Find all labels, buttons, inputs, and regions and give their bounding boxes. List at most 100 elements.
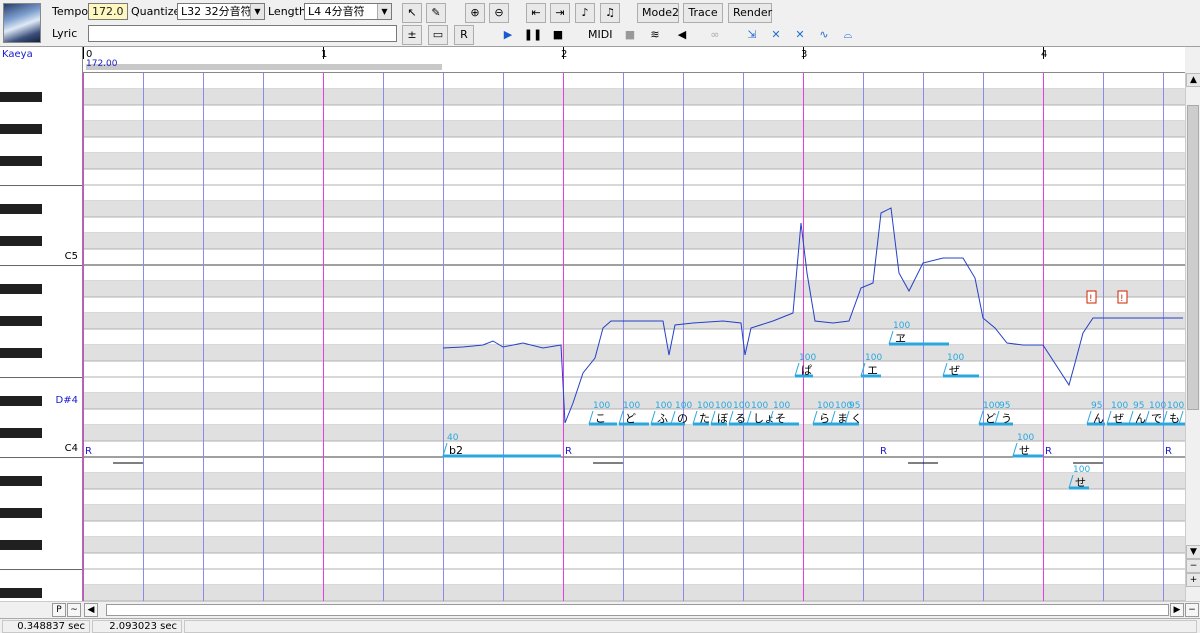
pointer-tool-icon[interactable]: ↖ xyxy=(402,3,422,23)
zoom-minus-icon[interactable]: − xyxy=(1185,603,1199,617)
scroll-right-icon[interactable]: ▶ xyxy=(1170,603,1184,617)
black-key[interactable] xyxy=(0,92,42,102)
ruler-tick xyxy=(563,47,564,59)
black-key[interactable] xyxy=(0,204,42,214)
pencil-tool-icon[interactable]: ✎ xyxy=(426,3,446,23)
horizontal-scroll-thumb[interactable] xyxy=(106,604,1169,616)
note-lyric: た xyxy=(699,412,710,425)
black-key[interactable] xyxy=(0,316,42,326)
black-key-row xyxy=(83,537,1185,553)
black-key[interactable] xyxy=(0,156,42,166)
measure-number: 2 xyxy=(561,49,568,60)
vertical-scroll-thumb[interactable] xyxy=(1187,105,1199,410)
note-velocity: 95 xyxy=(1133,401,1144,411)
note-lyric: ぜ xyxy=(949,364,960,377)
octave-label: C5 xyxy=(64,251,78,262)
black-key[interactable] xyxy=(0,348,42,358)
scroll-up-icon[interactable]: ▲ xyxy=(1186,73,1200,87)
play-icon[interactable]: ▶ xyxy=(498,25,518,45)
record-icon[interactable]: ■ xyxy=(620,25,640,45)
split-note-icon[interactable]: ♪ xyxy=(575,3,595,23)
black-key-row xyxy=(83,153,1185,169)
note-lyric: の xyxy=(677,412,688,425)
measure-ruler[interactable]: 0 1 2 3 4 172.00 xyxy=(83,47,1185,73)
quantize-select[interactable]: L32 32分音符 ▼ xyxy=(177,3,265,20)
note-velocity: 100 xyxy=(675,401,692,411)
black-key[interactable] xyxy=(0,284,42,294)
black-key-row xyxy=(83,89,1185,105)
note-lyric: せ xyxy=(1075,476,1086,489)
lyric-label: Lyric xyxy=(52,27,78,40)
horizontal-scrollbar[interactable]: P ~ ◀ ▶ − xyxy=(0,601,1200,618)
wave-tool-icon[interactable]: ∿ xyxy=(814,25,834,45)
speaker-icon[interactable]: ◀ xyxy=(672,25,692,45)
note-lyric: そ xyxy=(775,412,786,425)
piano-keyboard[interactable]: C5D#4C4C3 xyxy=(0,73,83,601)
pitch-tool-icon[interactable]: ⇲ xyxy=(742,25,762,45)
black-key-row xyxy=(83,585,1185,601)
zoom-minus-icon[interactable]: − xyxy=(1186,559,1200,573)
zoom-out-icon[interactable]: ⊖ xyxy=(489,3,509,23)
black-key[interactable] xyxy=(0,396,42,406)
black-key-row xyxy=(83,473,1185,489)
lyric-input[interactable] xyxy=(88,25,397,42)
jump-end-icon[interactable]: ⇥ xyxy=(550,3,570,23)
scroll-left-icon[interactable]: ◀ xyxy=(84,603,98,617)
piano-roll-canvas[interactable]: b240こ100ど100ふ100の100た100ぼ100る100しょ100そ10… xyxy=(83,73,1185,601)
tempo-input[interactable]: 172.0 xyxy=(88,3,128,20)
note-lyric: ど xyxy=(985,412,996,425)
zoom-in-icon[interactable]: ⊕ xyxy=(465,3,485,23)
selection-time: 2.093023 sec xyxy=(92,620,182,633)
p-button[interactable]: P xyxy=(52,603,66,617)
insert-note-icon[interactable]: ± xyxy=(402,25,422,45)
black-key[interactable] xyxy=(0,508,42,518)
singer-avatar[interactable] xyxy=(3,3,41,43)
zoom-plus-icon[interactable]: + xyxy=(1186,573,1200,587)
ruler-tick xyxy=(803,47,804,59)
length-value: L4 4分音符 xyxy=(308,5,365,18)
black-key-row xyxy=(83,201,1185,217)
curve-tool-icon[interactable]: ✕ xyxy=(766,25,786,45)
envelope-tool-icon[interactable]: ⌓ xyxy=(838,25,858,45)
jump-start-icon[interactable]: ⇤ xyxy=(526,3,546,23)
vibrato-tool-icon[interactable]: ✕ xyxy=(790,25,810,45)
black-key[interactable] xyxy=(0,428,42,438)
track-name[interactable]: Kaeya xyxy=(0,47,83,73)
render-button[interactable]: Render xyxy=(728,3,772,23)
note-lyric: ん xyxy=(1135,412,1146,425)
note-velocity: 100 xyxy=(715,401,732,411)
note-grid[interactable]: b2 40 こ 100 ど 100 ふ 100 の 100 た 100 ぼ 100 る 100 しょ 100 そ 10… xyxy=(83,73,1185,601)
status-message xyxy=(184,620,1197,633)
note-velocity: 100 xyxy=(799,353,816,363)
tilde-button[interactable]: ~ xyxy=(67,603,81,617)
scroll-down-icon[interactable]: ▼ xyxy=(1186,545,1200,559)
note-lyric: う xyxy=(1001,412,1012,425)
rest-marker: R xyxy=(1045,446,1052,457)
black-key[interactable] xyxy=(0,236,42,246)
length-select[interactable]: L4 4分音符 ▼ xyxy=(304,3,392,20)
black-key[interactable] xyxy=(0,588,42,598)
black-key-row xyxy=(83,121,1185,137)
black-key-row xyxy=(83,281,1185,297)
note-velocity: 95 xyxy=(849,401,860,411)
loop-icon[interactable]: ≋ xyxy=(645,25,665,45)
tempo-bar[interactable] xyxy=(86,64,442,70)
pause-icon[interactable]: ❚❚ xyxy=(523,25,543,45)
insert-marker-icon[interactable]: ▭ xyxy=(428,25,448,45)
mode2-button[interactable]: Mode2 xyxy=(637,3,679,23)
merge-note-icon[interactable]: ♫ xyxy=(600,3,620,23)
black-key[interactable] xyxy=(0,124,42,134)
note-velocity: 100 xyxy=(1149,401,1166,411)
metronome-icon[interactable]: ∞ xyxy=(705,25,725,45)
insert-rest-icon[interactable]: R xyxy=(454,25,474,45)
vertical-scrollbar[interactable]: ▲ ▼ − + xyxy=(1185,73,1200,601)
note-velocity: 100 xyxy=(947,353,964,363)
octave-label: D#4 xyxy=(55,395,78,406)
trace-button[interactable]: Trace xyxy=(683,3,723,23)
note-lyric: こ xyxy=(595,412,606,425)
black-key[interactable] xyxy=(0,476,42,486)
stop-icon[interactable]: ■ xyxy=(548,25,568,45)
black-key[interactable] xyxy=(0,540,42,550)
cursor-time: 0.348837 sec xyxy=(2,620,90,633)
black-key-row xyxy=(83,233,1185,249)
